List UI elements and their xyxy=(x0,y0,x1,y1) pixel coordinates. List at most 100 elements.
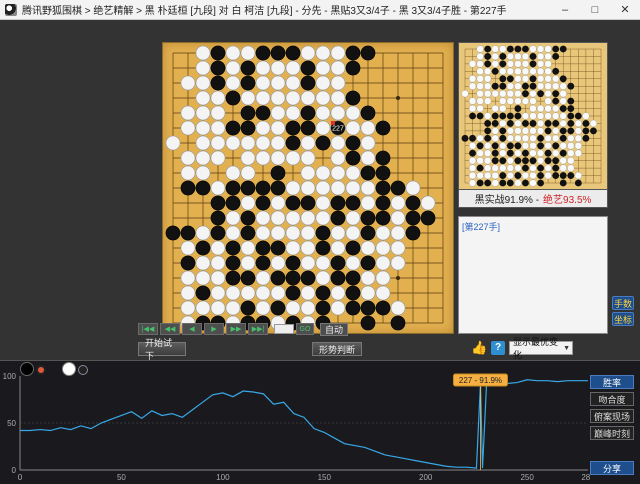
black-stone xyxy=(330,210,346,226)
live-scene-button[interactable]: 俯案现场 xyxy=(590,409,634,423)
mini-white-stone xyxy=(491,179,499,187)
mini-white-stone xyxy=(544,171,552,180)
tab-move-number[interactable]: 手数 xyxy=(612,296,634,310)
mini-white-stone xyxy=(552,75,560,83)
situation-judge-button[interactable]: 形势判断 xyxy=(312,342,362,356)
winrate-chart[interactable]: 100 50 00 50 100 150 200 250 280 227 - 91.9% xyxy=(0,360,590,484)
variation-select-value: 显示最优变化 xyxy=(513,337,559,360)
mini-black-stone xyxy=(552,172,560,179)
help-icon[interactable]: ? xyxy=(491,341,505,355)
white-stone xyxy=(225,135,241,151)
share-button[interactable]: 分享 xyxy=(590,461,634,475)
mini-white-stone xyxy=(506,90,514,98)
black-stone xyxy=(210,195,226,211)
mini-black-stone xyxy=(529,60,537,68)
close-button[interactable]: ✕ xyxy=(610,0,640,20)
minimize-button[interactable]: – xyxy=(550,0,580,20)
mini-white-stone xyxy=(544,60,552,68)
mini-black-stone xyxy=(514,172,522,179)
white-stone xyxy=(255,75,271,91)
black-stone xyxy=(210,75,226,91)
mini-board[interactable] xyxy=(458,42,608,190)
back-button[interactable]: ◀ xyxy=(182,323,202,335)
black-stone xyxy=(405,195,421,211)
variation-select[interactable]: 显示最优变化 ▼ xyxy=(509,337,573,360)
tab-coordinates[interactable]: 坐标 xyxy=(612,312,634,326)
window-title: 腾讯野狐围棋 > 绝艺精解 > 黑 朴廷桓 [九段] 对 白 柯洁 [九段] -… xyxy=(22,6,507,17)
mini-black-stone xyxy=(574,112,582,120)
mini-black-stone xyxy=(506,142,514,150)
mini-black-stone xyxy=(582,120,590,127)
mini-black-stone xyxy=(567,97,575,105)
black-stone xyxy=(180,180,196,196)
mini-white-stone xyxy=(574,119,582,128)
go-button[interactable]: GO xyxy=(296,323,314,335)
first-move-button[interactable]: |◀◀ xyxy=(138,323,158,335)
white-stone xyxy=(270,120,286,136)
black-stone xyxy=(300,270,316,286)
go-board[interactable]: 227 xyxy=(162,42,454,334)
mini-white-stone xyxy=(536,75,545,83)
mini-white-stone xyxy=(506,127,514,135)
mini-white-stone xyxy=(468,97,477,105)
white-stone xyxy=(375,225,391,241)
auto-play-button[interactable]: 自动 xyxy=(320,322,349,336)
mini-black-stone xyxy=(552,142,560,150)
mini-black-stone xyxy=(552,90,560,98)
forward-ten-button[interactable]: ▶▶ xyxy=(226,323,246,335)
black-stone xyxy=(300,105,316,121)
maximize-button[interactable]: □ xyxy=(580,0,610,20)
back-ten-button[interactable]: ◀◀ xyxy=(160,323,180,335)
mini-white-stone xyxy=(514,97,522,105)
trial-play-button[interactable]: 开始试下 xyxy=(138,338,186,361)
mini-black-stone xyxy=(499,53,507,60)
black-stone xyxy=(375,150,391,166)
black-stone xyxy=(270,180,286,196)
mini-white-stone xyxy=(514,60,522,68)
mini-white-stone xyxy=(476,82,484,90)
mini-black-stone xyxy=(522,120,529,127)
mini-black-stone xyxy=(559,172,567,179)
white-stone xyxy=(345,165,361,181)
playback-controls: |◀◀ ◀◀ ◀ ▶ ▶▶ ▶▶| GO 自动 xyxy=(138,322,349,336)
move-input[interactable] xyxy=(274,324,294,334)
mini-white-stone xyxy=(529,104,537,113)
white-stone xyxy=(240,165,256,181)
black-stone xyxy=(405,210,421,226)
peak-moment-button[interactable]: 巅峰时刻 xyxy=(590,426,634,440)
white-stone xyxy=(285,180,301,196)
comment-box[interactable]: [第227手] xyxy=(458,216,608,334)
mini-white-stone xyxy=(514,67,522,75)
board-grid[interactable]: 227 xyxy=(163,43,453,333)
white-stone xyxy=(240,195,256,211)
mini-white-stone xyxy=(529,142,537,150)
mini-white-stone xyxy=(491,90,499,98)
mini-black-stone xyxy=(552,53,560,60)
black-stone xyxy=(390,180,406,196)
winrate-mode-button[interactable]: 胜率 xyxy=(590,375,634,389)
black-stone xyxy=(375,195,391,211)
match-rate-button[interactable]: 吻合度 xyxy=(590,392,634,406)
mini-black-stone xyxy=(514,157,522,165)
mini-white-stone xyxy=(521,75,530,83)
mini-white-stone xyxy=(529,134,537,142)
white-stone xyxy=(285,240,301,256)
mini-white-stone xyxy=(514,164,522,172)
mini-white-stone xyxy=(559,97,567,105)
white-stone xyxy=(330,300,346,316)
mini-black-stone xyxy=(522,82,529,90)
white-stone xyxy=(330,150,346,166)
black-stone xyxy=(360,165,376,181)
black-stone xyxy=(285,195,301,211)
mini-white-stone xyxy=(552,149,560,157)
mini-white-stone xyxy=(514,52,522,61)
black-stone xyxy=(345,300,361,316)
thumbs-up-icon[interactable]: 👍 xyxy=(471,340,487,356)
white-stone xyxy=(360,270,376,286)
forward-button[interactable]: ▶ xyxy=(204,323,224,335)
white-stone xyxy=(270,255,286,271)
mini-black-stone xyxy=(476,112,484,120)
last-move-button[interactable]: ▶▶| xyxy=(248,323,268,335)
black-stone xyxy=(240,180,256,196)
black-stone xyxy=(255,255,271,271)
